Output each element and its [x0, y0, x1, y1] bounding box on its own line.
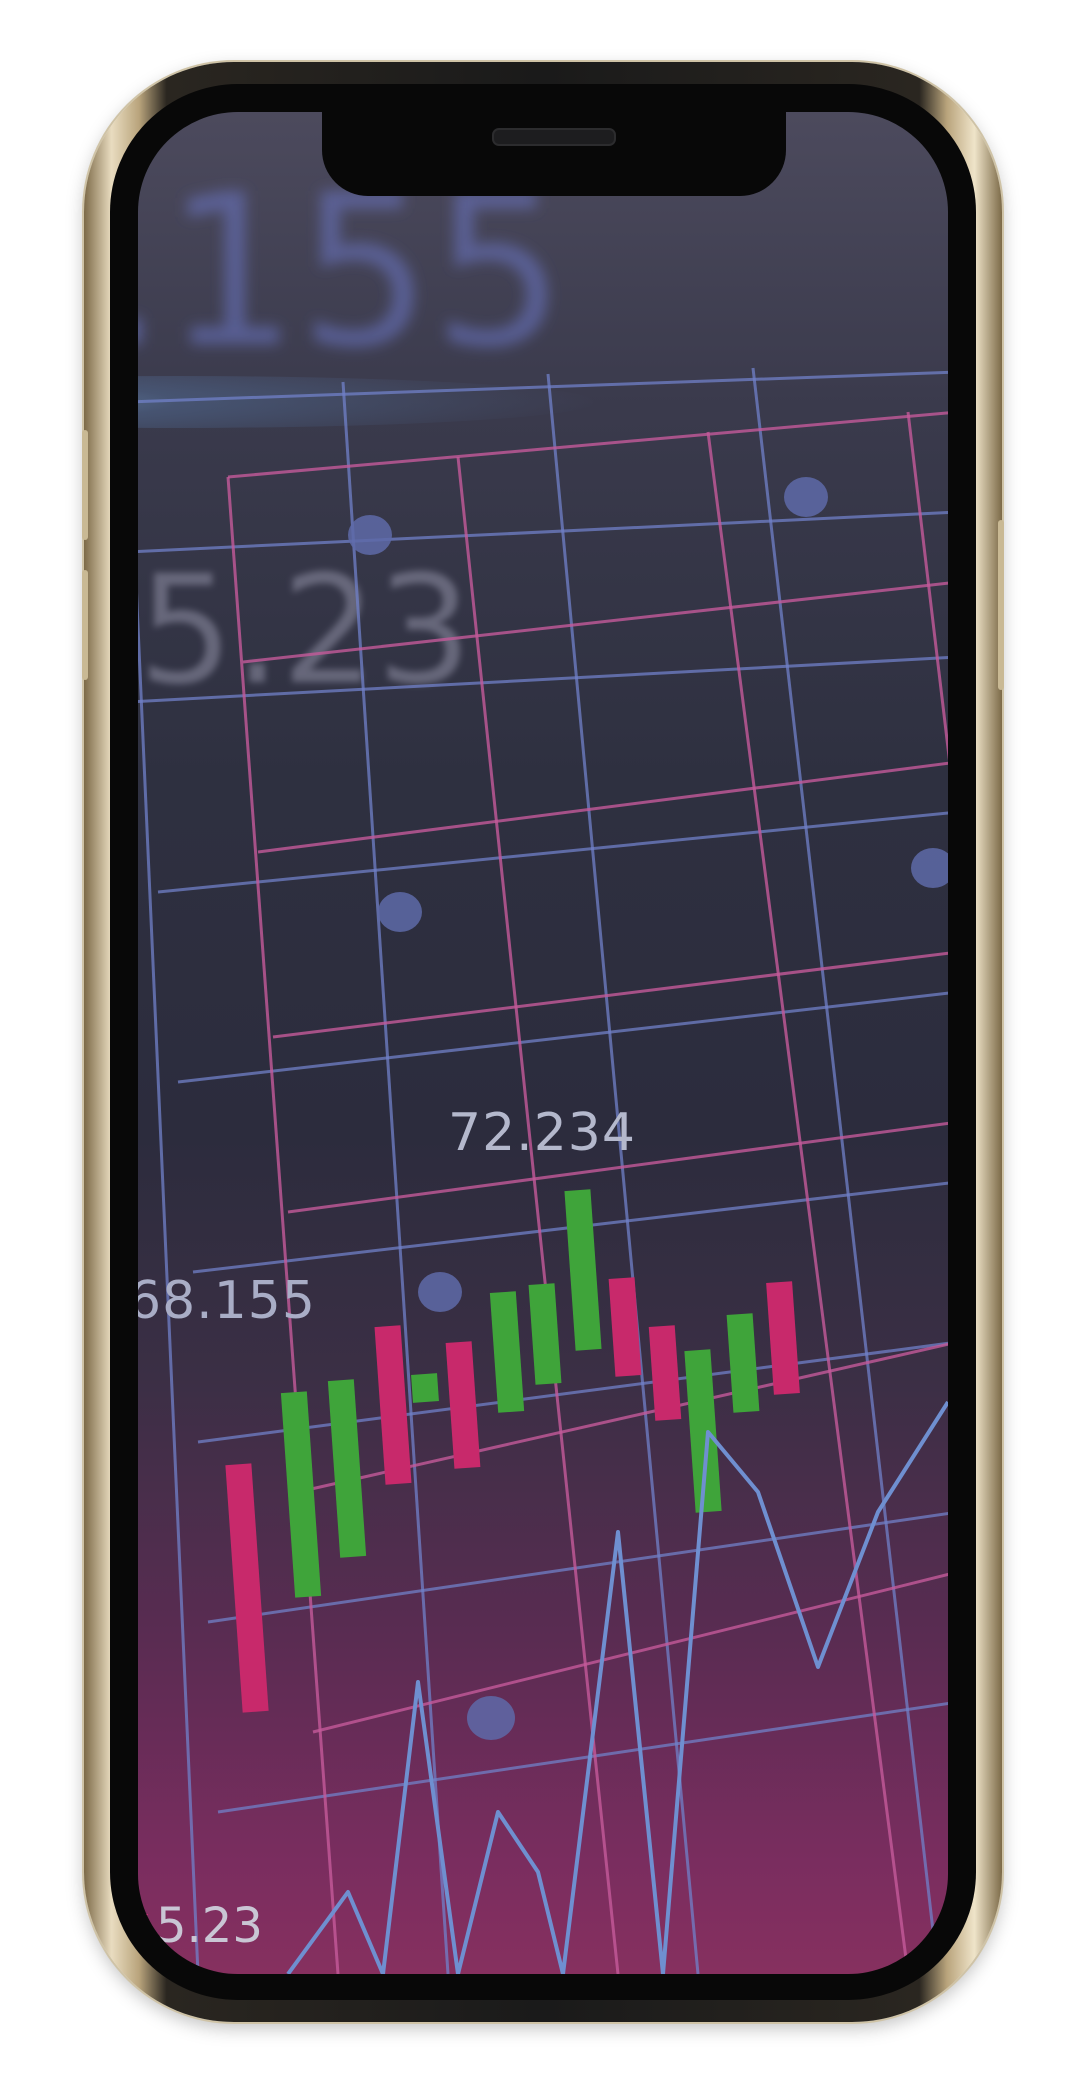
candle-up	[280, 1391, 322, 1598]
candle-up	[564, 1189, 602, 1351]
candle-up	[489, 1291, 525, 1413]
grid-node	[418, 1272, 462, 1312]
side-button	[82, 430, 88, 540]
grid-node	[378, 892, 422, 932]
candle-up	[411, 1373, 439, 1403]
grid-node	[911, 848, 948, 888]
candle-down	[608, 1277, 642, 1377]
product-photo: .155 5.23 72.234 68.155 5.23	[0, 0, 1084, 2084]
earpiece-speaker	[492, 128, 616, 146]
power-button	[998, 520, 1004, 690]
price-label-left: 68.155	[138, 1271, 316, 1331]
price-line	[286, 1400, 948, 1974]
price-label-bottom: 5.23	[156, 1898, 263, 1954]
candle-down	[445, 1341, 481, 1469]
grid-node	[467, 1696, 515, 1740]
candle-down	[225, 1463, 269, 1713]
phone-screen: .155 5.23 72.234 68.155 5.23	[138, 112, 948, 1974]
grid-node	[348, 515, 392, 555]
price-label-high: 72.234	[448, 1103, 636, 1163]
side-button-volume	[82, 570, 88, 680]
phone-notch	[322, 112, 786, 196]
candle-down	[648, 1325, 682, 1421]
grid-node	[784, 477, 828, 517]
candle-up	[327, 1379, 367, 1558]
candle-down	[766, 1281, 800, 1395]
candle-up	[726, 1313, 760, 1413]
candle-up	[528, 1283, 562, 1385]
stock-chart: .155 5.23 72.234 68.155 5.23	[138, 149, 948, 1974]
